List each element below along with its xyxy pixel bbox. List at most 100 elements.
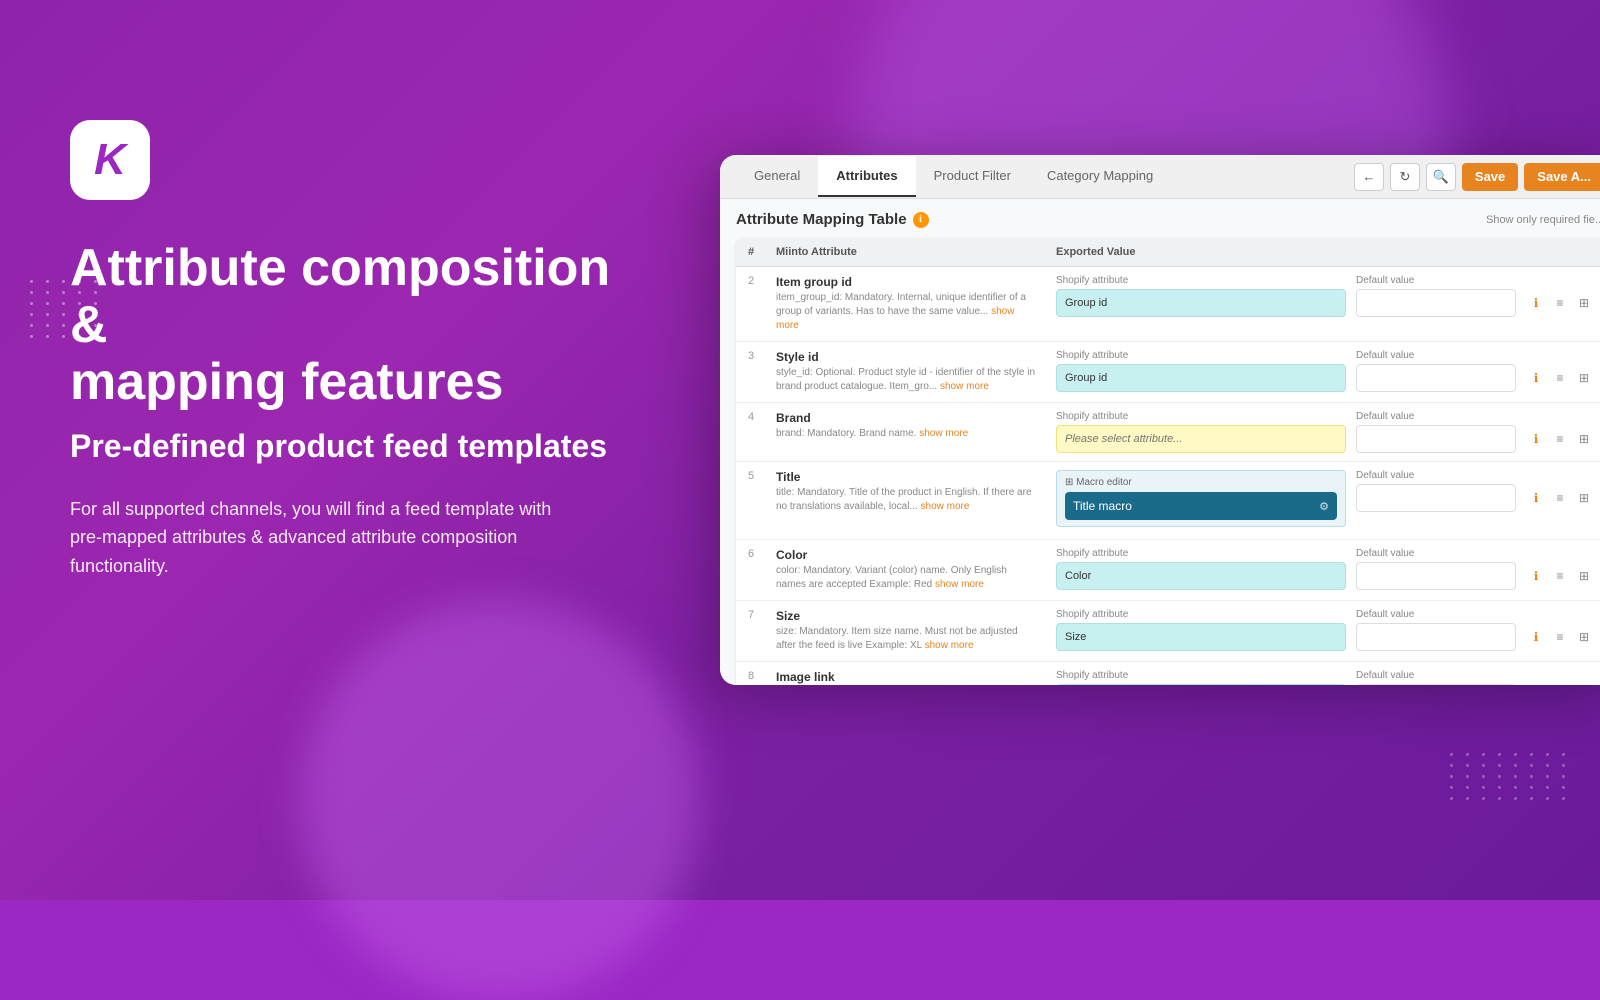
- default-label: Default value: [1356, 411, 1516, 422]
- list-action[interactable]: ≡: [1550, 368, 1570, 388]
- attr-desc: style_id: Optional. Product style id - i…: [776, 366, 1036, 394]
- exported-value-cell: Shopify attribute Default value ℹ ≡ ⊞: [1046, 540, 1600, 601]
- default-value-input[interactable]: [1356, 562, 1516, 590]
- default-value-input[interactable]: [1356, 364, 1516, 392]
- grid-action[interactable]: ⊞: [1574, 627, 1594, 647]
- grid-action[interactable]: ⊞: [1574, 429, 1594, 449]
- attr-name: Style id: [776, 350, 1036, 364]
- show-more-link[interactable]: show more: [935, 579, 984, 590]
- shopify-field-group: Shopify attribute: [1056, 670, 1346, 685]
- table-row: 7 Size size: Mandatory. Item size name. …: [736, 601, 1600, 662]
- show-required[interactable]: Show only required fie...: [1486, 214, 1600, 226]
- info-action[interactable]: ℹ: [1526, 488, 1546, 508]
- shopify-field-group: Shopify attribute: [1056, 275, 1346, 317]
- save-button[interactable]: Save: [1462, 163, 1518, 191]
- show-more-link[interactable]: show more: [919, 428, 968, 439]
- default-value-input[interactable]: [1356, 623, 1516, 651]
- attr-name: Title: [776, 470, 1036, 484]
- grid-action[interactable]: ⊞: [1574, 488, 1594, 508]
- attribute-cell: Title title: Mandatory. Title of the pro…: [766, 462, 1046, 540]
- default-value-input[interactable]: [1356, 484, 1516, 512]
- logo-letter: K: [94, 135, 126, 185]
- row-number: 7: [736, 601, 766, 662]
- tab-attributes[interactable]: Attributes: [818, 156, 915, 197]
- col-attribute: Miinto Attribute: [766, 238, 1046, 267]
- info-action[interactable]: ℹ: [1526, 293, 1546, 313]
- tab-general[interactable]: General: [736, 156, 818, 197]
- table-row: 4 Brand brand: Mandatory. Brand name. sh…: [736, 403, 1600, 462]
- attr-desc: color: Mandatory. Variant (color) name. …: [776, 564, 1036, 592]
- attribute-cell: Item group id item_group_id: Mandatory. …: [766, 267, 1046, 342]
- shopify-label: Shopify attribute: [1056, 350, 1346, 361]
- logo-box: K: [70, 120, 150, 200]
- shopify-attribute-input[interactable]: [1056, 623, 1346, 651]
- info-action[interactable]: ℹ: [1526, 429, 1546, 449]
- default-value-input[interactable]: [1356, 684, 1516, 685]
- tab-product-filter[interactable]: Product Filter: [916, 156, 1029, 197]
- attribute-table: # Miinto Attribute Exported Value 2 Item…: [736, 238, 1600, 685]
- shopify-attribute-input[interactable]: [1056, 364, 1346, 392]
- tab-category-mapping[interactable]: Category Mapping: [1029, 156, 1171, 197]
- shopify-field-group: ⊞ Macro editor Title macro ⚙: [1056, 470, 1346, 531]
- table-row: 2 Item group id item_group_id: Mandatory…: [736, 267, 1600, 342]
- default-value-input[interactable]: [1356, 289, 1516, 317]
- tab-bar: General Attributes Product Filter Catego…: [720, 155, 1600, 199]
- macro-title-bar: Title macro ⚙: [1065, 492, 1337, 520]
- shopify-attribute-input[interactable]: [1056, 425, 1346, 453]
- shopify-attribute-input[interactable]: [1056, 562, 1346, 590]
- col-num: #: [736, 238, 766, 267]
- show-more-link[interactable]: show more: [940, 381, 989, 392]
- shopify-attribute-input[interactable]: [1056, 684, 1346, 685]
- list-action[interactable]: ≡: [1550, 566, 1570, 586]
- table-header-row: Attribute Mapping Table i Show only requ…: [736, 211, 1600, 228]
- subheadline: Pre-defined product feed templates: [70, 428, 630, 465]
- default-label: Default value: [1356, 275, 1516, 286]
- list-action[interactable]: ≡: [1550, 488, 1570, 508]
- default-value-group: Default value: [1356, 609, 1516, 651]
- info-action[interactable]: ℹ: [1526, 566, 1546, 586]
- default-label: Default value: [1356, 470, 1516, 481]
- headline: Attribute composition & mapping features: [70, 240, 630, 412]
- shopify-label: Shopify attribute: [1056, 411, 1346, 422]
- attribute-cell: Image link image_link: Mandatory. Link t…: [766, 662, 1046, 686]
- default-value-group: Default value: [1356, 548, 1516, 590]
- shopify-label: Shopify attribute: [1056, 609, 1346, 620]
- exported-value-cell: ⊞ Macro editor Title macro ⚙ Default val…: [1046, 462, 1600, 540]
- exported-value-cell: Shopify attribute Default value ℹ ≡ ⊞: [1046, 403, 1600, 462]
- list-action[interactable]: ≡: [1550, 293, 1570, 313]
- attr-desc: title: Mandatory. Title of the product i…: [776, 486, 1036, 514]
- exported-pair: ⊞ Macro editor Title macro ⚙ Default val…: [1056, 470, 1594, 531]
- default-label: Default value: [1356, 609, 1516, 620]
- default-value-group: Default value: [1356, 411, 1516, 453]
- refresh-button[interactable]: ↻: [1390, 163, 1420, 191]
- list-action[interactable]: ≡: [1550, 627, 1570, 647]
- default-value-input[interactable]: [1356, 425, 1516, 453]
- search-button[interactable]: 🔍: [1426, 163, 1456, 191]
- shopify-attribute-input[interactable]: [1056, 289, 1346, 317]
- back-button[interactable]: ←: [1354, 163, 1384, 191]
- attr-desc: brand: Mandatory. Brand name. show more: [776, 427, 1036, 441]
- show-more-link[interactable]: show more: [925, 640, 974, 651]
- grid-action[interactable]: ⊞: [1574, 293, 1594, 313]
- grid-action[interactable]: ⊞: [1574, 566, 1594, 586]
- table-row: 8 Image link image_link: Mandatory. Link…: [736, 662, 1600, 686]
- attr-name: Size: [776, 609, 1036, 623]
- show-more-link[interactable]: show more: [776, 306, 1014, 331]
- row-number: 2: [736, 267, 766, 342]
- info-action[interactable]: ℹ: [1526, 627, 1546, 647]
- left-panel: K Attribute composition & mapping featur…: [70, 120, 630, 581]
- app-window: General Attributes Product Filter Catego…: [720, 155, 1600, 685]
- save-all-button[interactable]: Save A...: [1524, 163, 1600, 191]
- table-container: Attribute Mapping Table i Show only requ…: [720, 199, 1600, 685]
- attribute-cell: Style id style_id: Optional. Product sty…: [766, 342, 1046, 403]
- shopify-field-group: Shopify attribute: [1056, 350, 1346, 392]
- list-action[interactable]: ≡: [1550, 429, 1570, 449]
- table-row: 6 Color color: Mandatory. Variant (color…: [736, 540, 1600, 601]
- exported-value-cell: Shopify attribute Default value ℹ ≡ ⊞: [1046, 342, 1600, 403]
- exported-pair: Shopify attribute Default value ℹ ≡ ⊞: [1056, 350, 1594, 392]
- info-action[interactable]: ℹ: [1526, 368, 1546, 388]
- default-label: Default value: [1356, 670, 1516, 681]
- row-actions: ℹ ≡ ⊞: [1526, 411, 1594, 449]
- show-more-link[interactable]: show more: [921, 501, 970, 512]
- grid-action[interactable]: ⊞: [1574, 368, 1594, 388]
